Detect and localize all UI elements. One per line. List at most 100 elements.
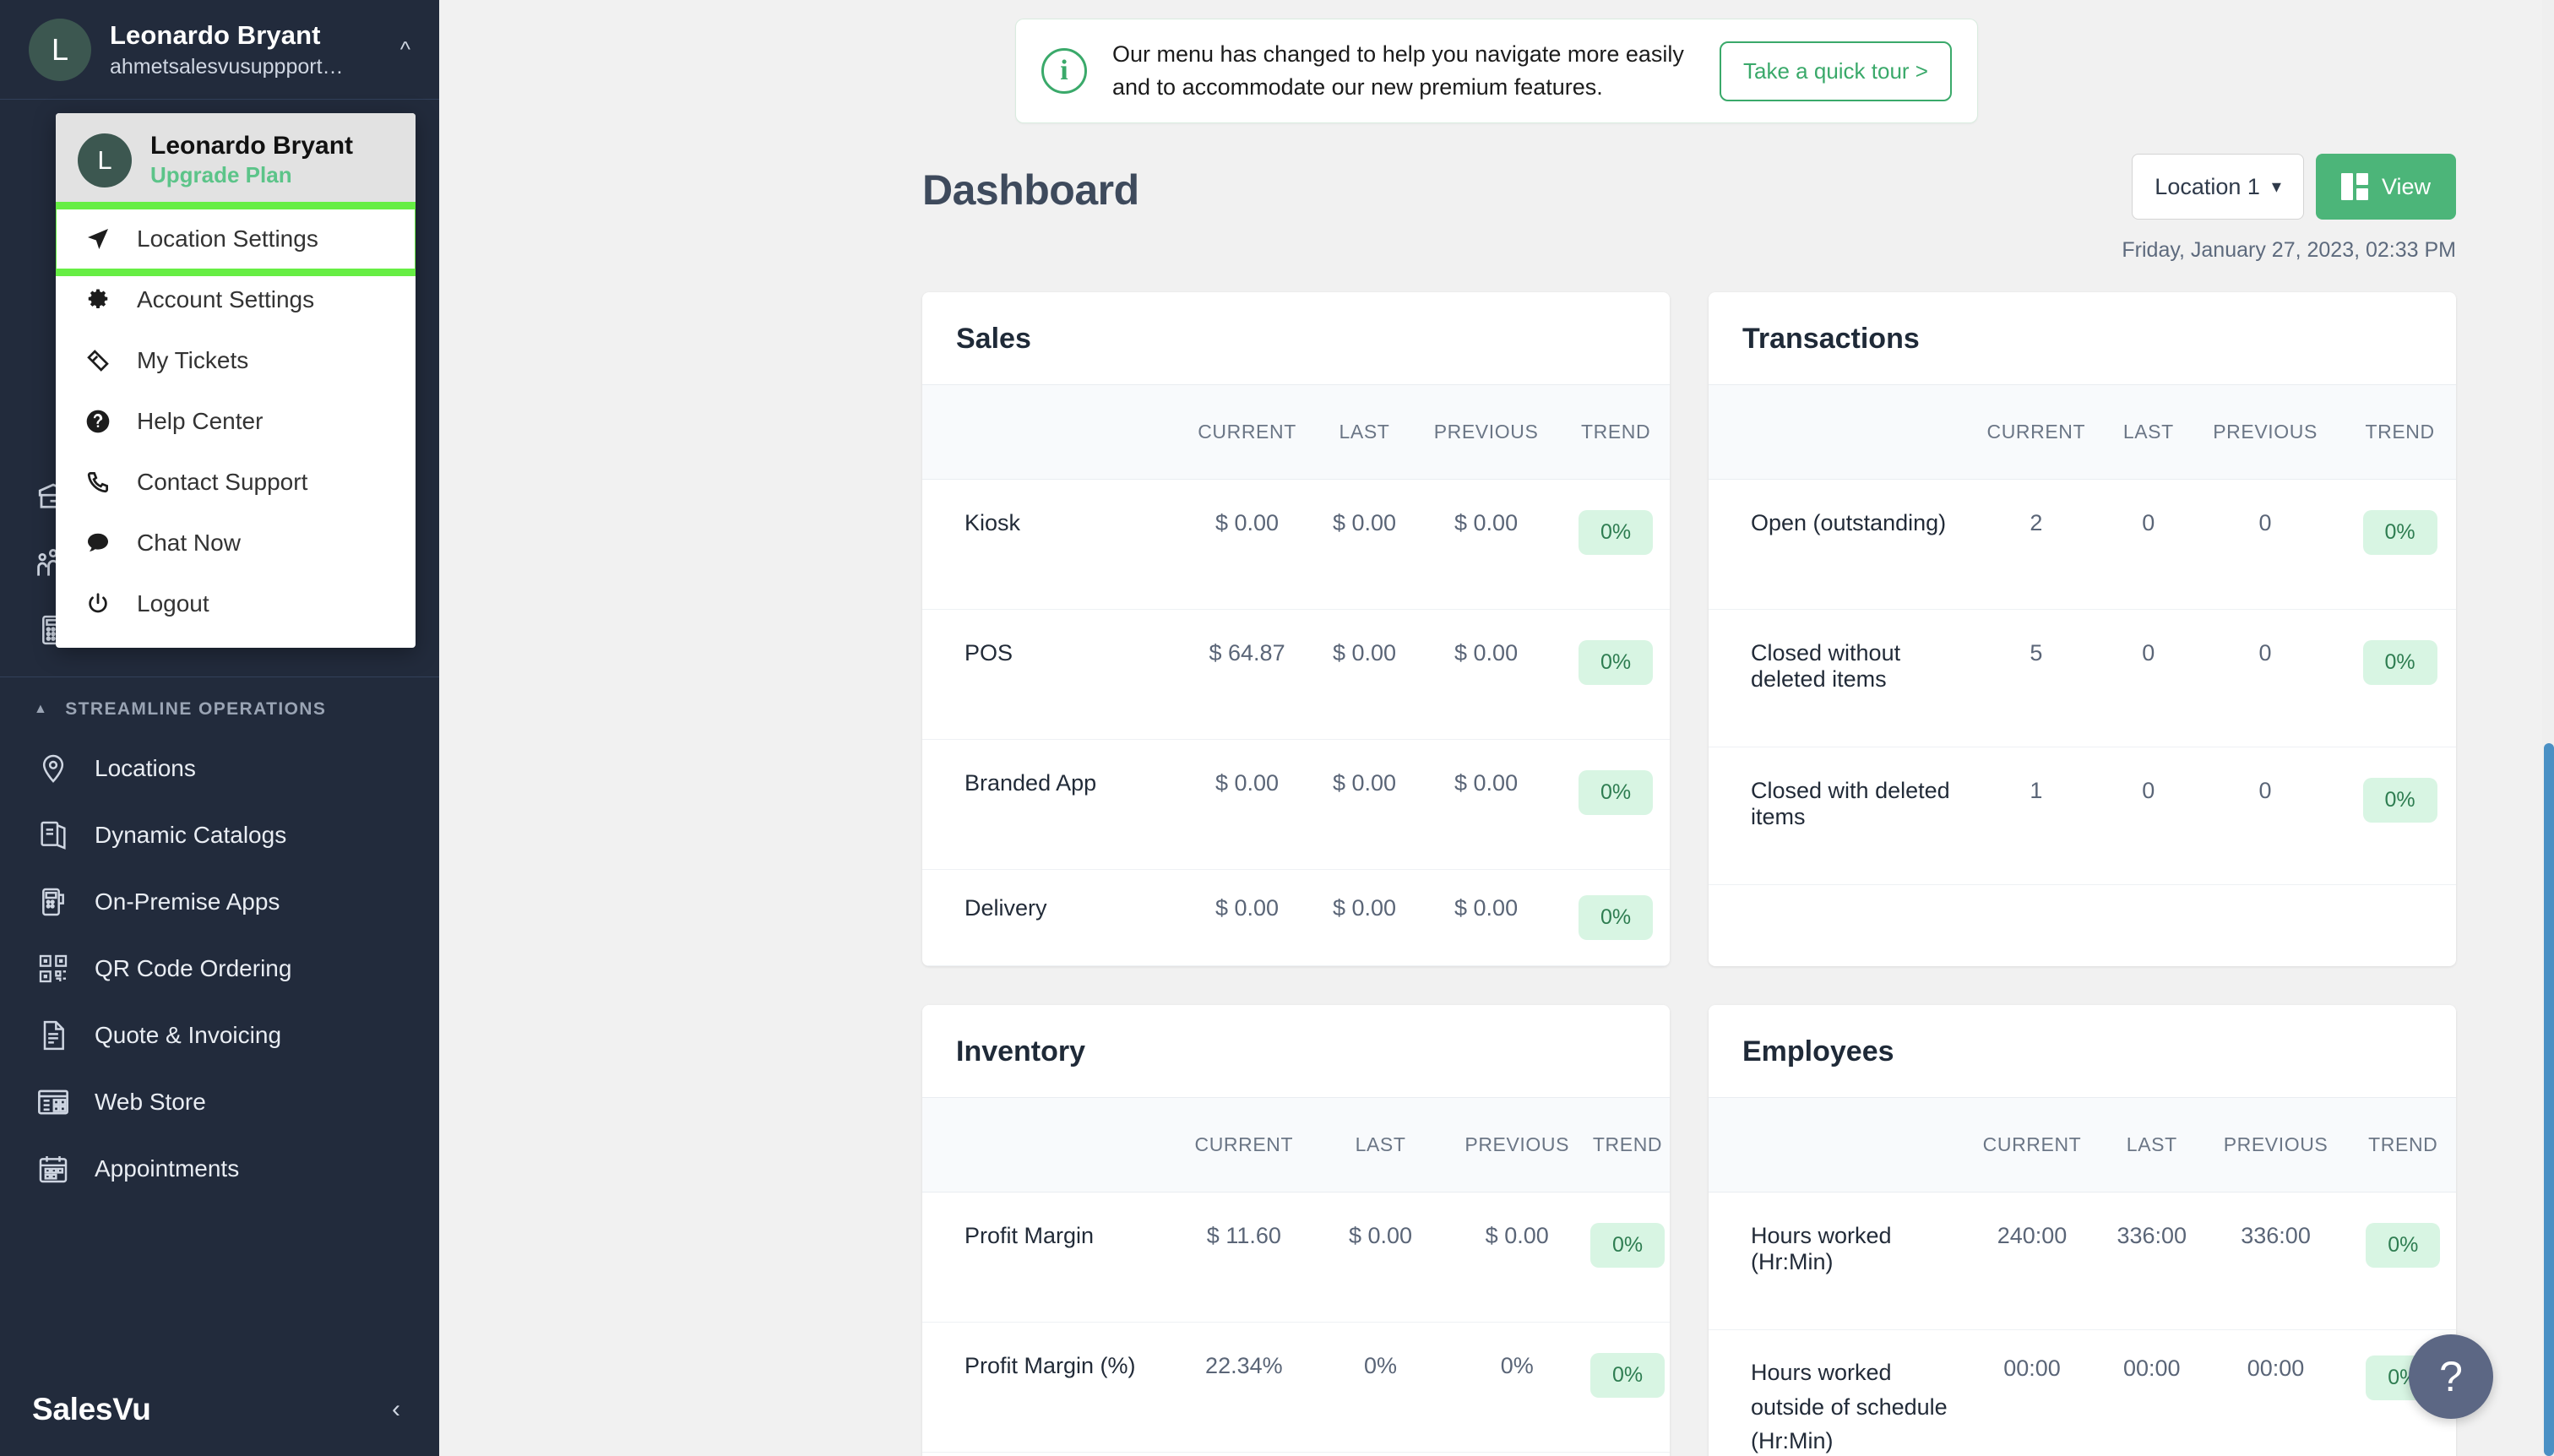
column-header-last: LAST [1318,384,1410,481]
account-dropdown-menu: L Leonardo Bryant Upgrade Plan Location … [56,113,416,648]
column-header-blank [1709,384,1962,481]
sidebar-item-dynamic-catalogs[interactable]: Dynamic Catalogs [0,801,439,868]
avatar: L [78,133,132,187]
cell-last: 0 [2110,609,2187,748]
sidebar-item-label: QR Code Ordering [95,954,292,981]
cell-last: $ 0.00 [1318,869,1410,967]
cell-trend: 0% [1562,869,1670,967]
column-header-last: LAST [2110,384,2187,481]
table-row: Profit Margin $ 11.60 $ 0.00 $ 0.00 0% [922,1192,1670,1323]
table-row: Branded App $ 0.00 $ 0.00 $ 0.00 0% [922,739,1670,871]
status-badge: 0% [2362,640,2437,686]
account-menu-item-logout[interactable]: Logout [56,573,416,634]
sidebar-item-label: Web Store [95,1088,206,1115]
current-datetime: Friday, January 27, 2023, 02:33 PM [2122,238,2456,263]
cell-previous: $ 35,082.57 [1448,1452,1586,1456]
menu-change-banner: i Our menu has changed to help you navig… [1015,19,1978,124]
sidebar-footer: SalesVu ‹ [0,1363,439,1456]
cell-last: 0 [2110,747,2187,886]
cell-last: $ 35,082.57 [1312,1452,1449,1456]
table-row: Delivery $ 0.00 $ 0.00 $ 0.00 0% [922,869,1670,967]
account-menu-item-label: Chat Now [137,530,241,556]
table-row: Total Cost of Inventory$ 35,082.45$ 35,0… [922,1452,1670,1456]
cell-previous: 336:00 [2201,1192,2350,1331]
sidebar-item-appointments[interactable]: Appointments [0,1135,439,1202]
cell-trend: 0% [1585,1192,1670,1323]
cell-previous: $ 0.00 [1410,739,1562,871]
cell-current: 00:00 [1962,1329,2102,1456]
location-select[interactable]: Location 1 ▾ [2132,154,2304,220]
sidebar: L Leonardo Bryant ahmetsalesvusuppport@s… [0,0,439,1456]
column-header-current: CURRENT [1962,384,2111,481]
main-content: i Our menu has changed to help you navig… [439,0,2554,1456]
row-label: Total Cost of Inventory [922,1452,1176,1456]
cell-current: 1 [1962,747,2111,886]
app-root: L Leonardo Bryant ahmetsalesvusuppport@s… [0,0,2554,1456]
account-menu-item-contact-support[interactable]: Contact Support [56,452,416,513]
card-title: Employees [1742,1035,1894,1068]
column-header-current: CURRENT [1176,384,1319,481]
account-menu-item-location-settings[interactable]: Location Settings [56,202,416,276]
sidebar-item-locations[interactable]: Locations [0,735,439,801]
cell-current: $ 64.87 [1176,609,1319,741]
chevron-left-icon[interactable]: ‹ [392,1395,400,1424]
column-header-last: LAST [2102,1097,2202,1193]
sidebar-group-streamline-operations[interactable]: ▲ STREAMLINE OPERATIONS [0,677,439,735]
account-menu-item-chat-now[interactable]: Chat Now [56,513,416,573]
view-button[interactable]: View [2315,154,2456,220]
scrollbar-thumb[interactable] [2544,743,2554,1456]
column-header-blank [922,1097,1176,1193]
upgrade-plan-link[interactable]: Upgrade Plan [150,162,353,188]
card-title: Sales [956,323,1031,356]
sidebar-item-on-premise-apps[interactable]: On-Premise Apps [0,868,439,935]
web-store-icon [34,1083,73,1122]
sidebar-item-label: Quote & Invoicing [95,1021,282,1048]
sidebar-group-label: STREAMLINE OPERATIONS [65,699,327,719]
row-label: Closed with deleted items [1709,747,1962,886]
account-menu-item-my-tickets[interactable]: My Tickets [56,330,416,391]
vertical-scrollbar[interactable] [2542,0,2554,1456]
cell-previous: $ 0.00 [1410,869,1562,967]
sidebar-item-qr-code-ordering[interactable]: QR Code Ordering [0,935,439,1002]
sidebar-profile-name: Leonardo Bryant [110,19,321,50]
sidebar-profile[interactable]: L Leonardo Bryant ahmetsalesvusuppport@s… [0,0,439,100]
status-badge: 0% [2362,778,2437,823]
map-pin-icon [34,749,73,788]
cell-trend: 0% [2344,479,2456,611]
cell-previous: 0 [2186,609,2345,748]
cell-current: $ 0.00 [1176,869,1319,967]
ticket-icon [81,347,115,374]
cell-previous: 0 [2186,747,2345,886]
salesvu-logo: SalesVu [32,1392,151,1426]
column-header-previous: PREVIOUS [2201,1097,2350,1193]
column-header-previous: PREVIOUS [1410,384,1562,481]
column-header-blank [922,384,1176,481]
table-header-row: CURRENT LAST PREVIOUS TREND [1709,384,2456,481]
row-label: Kiosk [922,479,1176,611]
avatar: L [29,18,91,81]
account-menu-item-help-center[interactable]: Help Center [56,391,416,452]
account-menu-item-account-settings[interactable]: Account Settings [56,269,416,330]
card-inventory: Inventory CURRENT LAST PREVIOUS TREND Pr… [922,1005,1670,1456]
cell-previous: 0% [1448,1322,1586,1453]
power-icon [81,591,115,617]
page-header: Dashboard Location 1 ▾ View Friday, Janu… [439,132,2554,292]
card-title: Inventory [956,1035,1086,1068]
take-a-quick-tour-button[interactable]: Take a quick tour > [1720,41,1952,101]
row-label: Hours worked outside of schedule (Hr:Min… [1709,1329,1962,1456]
location-select-value: Location 1 [2155,173,2260,199]
cell-trend: 0% [1562,609,1670,741]
help-fab-button[interactable]: ? [2409,1334,2493,1419]
chevron-up-icon[interactable]: ^ [377,36,410,62]
sidebar-item-web-store[interactable]: Web Store [0,1068,439,1135]
sidebar-profile-text: Leonardo Bryant ahmetsalesvusuppport@sal… [110,20,358,79]
sidebar-item-quote-invoicing[interactable]: Quote & Invoicing [0,1002,439,1068]
row-label: Profit Margin (%) [922,1322,1176,1453]
account-menu-header[interactable]: L Leonardo Bryant Upgrade Plan [56,113,416,209]
card-title: Transactions [1742,323,1920,356]
sidebar-item-label: Dynamic Catalogs [95,821,287,848]
terminal-device-icon [34,883,73,921]
cell-current: 240:00 [1962,1192,2102,1331]
row-label: Profit Margin [922,1192,1176,1323]
status-badge: 0% [2366,1223,2441,1269]
